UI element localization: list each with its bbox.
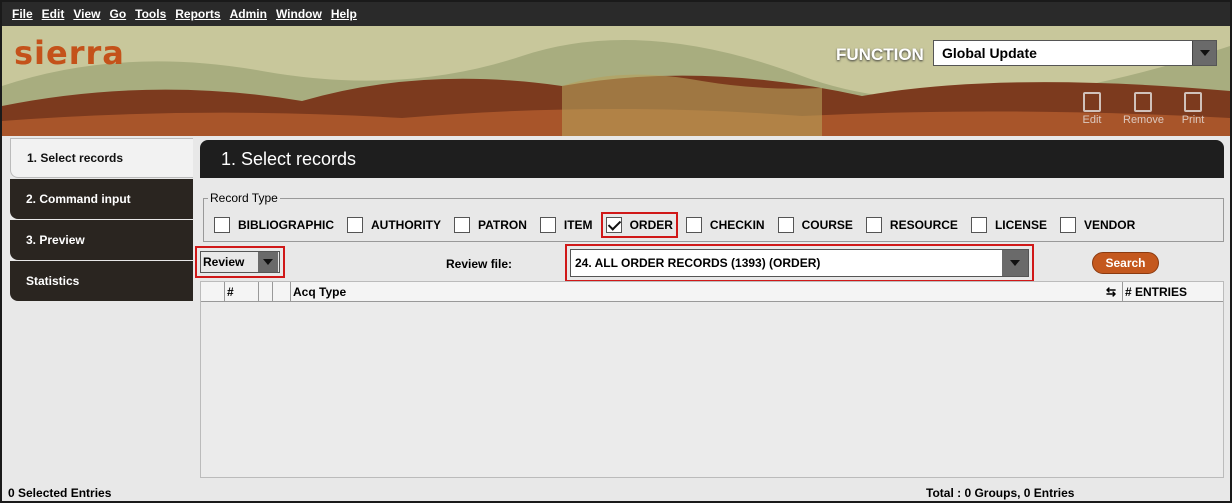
table-header: # Acq Type ⇆ # ENTRIES: [201, 282, 1223, 302]
menu-tools[interactable]: Tools: [135, 7, 166, 21]
checkbox-icon[interactable]: [454, 217, 470, 233]
checkbox-icon[interactable]: [1059, 217, 1076, 233]
record-type-legend: Record Type: [208, 191, 280, 205]
edit-tool-button[interactable]: Edit: [1072, 92, 1112, 126]
record-type-bibliographic[interactable]: BIBLIOGRAPHIC: [214, 217, 334, 233]
record-type-label: CHECKIN: [709, 218, 765, 232]
left-nav: 1. Select records 2. Command input 3. Pr…: [10, 138, 193, 486]
checkbox-checked-icon[interactable]: [605, 217, 622, 233]
nav-command-input[interactable]: 2. Command input: [10, 179, 193, 219]
edit-icon: [1083, 92, 1101, 112]
record-type-label: COURSE: [801, 218, 853, 232]
menu-help[interactable]: Help: [331, 7, 357, 21]
remove-tool-button[interactable]: Remove: [1123, 92, 1164, 126]
print-tool-label: Print: [1181, 114, 1205, 126]
checkbox-icon[interactable]: [214, 217, 230, 233]
record-type-vendor[interactable]: VENDOR: [1059, 217, 1136, 233]
print-tool-button[interactable]: Print: [1173, 92, 1213, 126]
trash-icon: [1134, 92, 1152, 112]
menu-bar: File Edit View Go Tools Reports Admin Wi…: [2, 2, 1230, 26]
record-type-label: ITEM: [563, 218, 593, 232]
review-file-label: Review file:: [446, 257, 513, 271]
select-column-header[interactable]: [201, 282, 225, 302]
page-title: 1. Select records: [200, 140, 1224, 178]
menu-view[interactable]: View: [73, 7, 100, 21]
record-type-label: LICENSE: [994, 218, 1047, 232]
main-panel: 1. Select records Record Type BIBLIOGRAP…: [193, 138, 1228, 486]
spacer-column-header: [259, 282, 273, 302]
nav-preview[interactable]: 3. Preview: [10, 220, 193, 260]
review-mode-select[interactable]: Review: [195, 246, 285, 278]
record-type-authority[interactable]: AUTHORITY: [347, 217, 441, 233]
nav-select-records[interactable]: 1. Select records: [10, 138, 193, 178]
search-button-label: Search: [1105, 256, 1146, 270]
record-type-license[interactable]: LICENSE: [970, 217, 1047, 233]
banner: sierra FUNCTION Global Update Edit Remov…: [2, 26, 1230, 136]
record-type-item[interactable]: ITEM: [539, 217, 593, 233]
menu-go[interactable]: Go: [109, 7, 126, 21]
review-mode-value: Review: [203, 255, 245, 269]
function-select-value: Global Update: [942, 45, 1037, 61]
record-type-label: AUTHORITY: [371, 218, 441, 232]
record-type-label: VENDOR: [1083, 218, 1136, 232]
checkbox-icon[interactable]: [685, 217, 702, 233]
record-type-label: RESOURCE: [889, 218, 958, 232]
record-type-patron[interactable]: PATRON: [454, 217, 527, 233]
checkbox-icon[interactable]: [539, 217, 556, 233]
menu-window[interactable]: Window: [276, 7, 322, 21]
menu-edit[interactable]: Edit: [42, 7, 65, 21]
record-type-course[interactable]: COURSE: [777, 217, 853, 233]
review-file-value: 24. ALL ORDER RECORDS (1393) (ORDER): [575, 256, 821, 270]
checkbox-icon[interactable]: [865, 217, 882, 233]
remove-tool-label: Remove: [1123, 114, 1164, 126]
acq-type-column-header[interactable]: Acq Type ⇆: [291, 282, 1123, 302]
print-icon: [1184, 92, 1202, 112]
status-totals: Total : 0 Groups, 0 Entries: [926, 486, 1075, 500]
record-type-label: PATRON: [478, 218, 527, 232]
nav-statistics[interactable]: Statistics: [10, 261, 193, 301]
menu-file[interactable]: File: [12, 7, 33, 21]
function-select[interactable]: Global Update: [933, 40, 1217, 66]
status-selected-entries: 0 Selected Entries: [8, 486, 112, 500]
record-type-order[interactable]: ORDER: [600, 212, 678, 238]
record-type-checkin[interactable]: CHECKIN: [685, 217, 765, 233]
function-label: FUNCTION: [836, 45, 924, 64]
review-file-select[interactable]: 24. ALL ORDER RECORDS (1393) (ORDER): [565, 244, 1034, 282]
search-button[interactable]: Search: [1092, 252, 1159, 274]
spacer-column-header: [273, 282, 291, 302]
record-type-label: BIBLIOGRAPHIC: [238, 218, 334, 232]
chevron-down-icon[interactable]: [1002, 250, 1028, 276]
record-type-resource[interactable]: RESOURCE: [865, 217, 958, 233]
record-type-group: Record Type BIBLIOGRAPHIC AUTHORITY PATRON…: [203, 191, 1224, 242]
menu-reports[interactable]: Reports: [175, 7, 220, 21]
number-column-header[interactable]: #: [225, 282, 259, 302]
checkbox-icon[interactable]: [970, 217, 987, 233]
sierra-logo: sierra: [14, 34, 125, 72]
record-type-checkboxes: BIBLIOGRAPHIC AUTHORITY PATRON ITEM ORDER CHE…: [214, 212, 1148, 238]
edit-tool-label: Edit: [1082, 114, 1102, 126]
chevron-down-icon[interactable]: [1192, 41, 1216, 65]
results-table: # Acq Type ⇆ # ENTRIES: [200, 281, 1224, 478]
entries-column-header[interactable]: # ENTRIES: [1123, 282, 1222, 302]
column-chooser-icon[interactable]: ⇆: [1104, 285, 1118, 299]
chevron-down-icon[interactable]: [258, 252, 278, 272]
record-type-label: ORDER: [629, 218, 673, 232]
acq-type-header-label: Acq Type: [293, 285, 347, 299]
app-window: File Edit View Go Tools Reports Admin Wi…: [0, 0, 1232, 503]
checkbox-icon[interactable]: [777, 217, 794, 233]
checkbox-icon[interactable]: [347, 217, 363, 233]
menu-admin[interactable]: Admin: [230, 7, 267, 21]
